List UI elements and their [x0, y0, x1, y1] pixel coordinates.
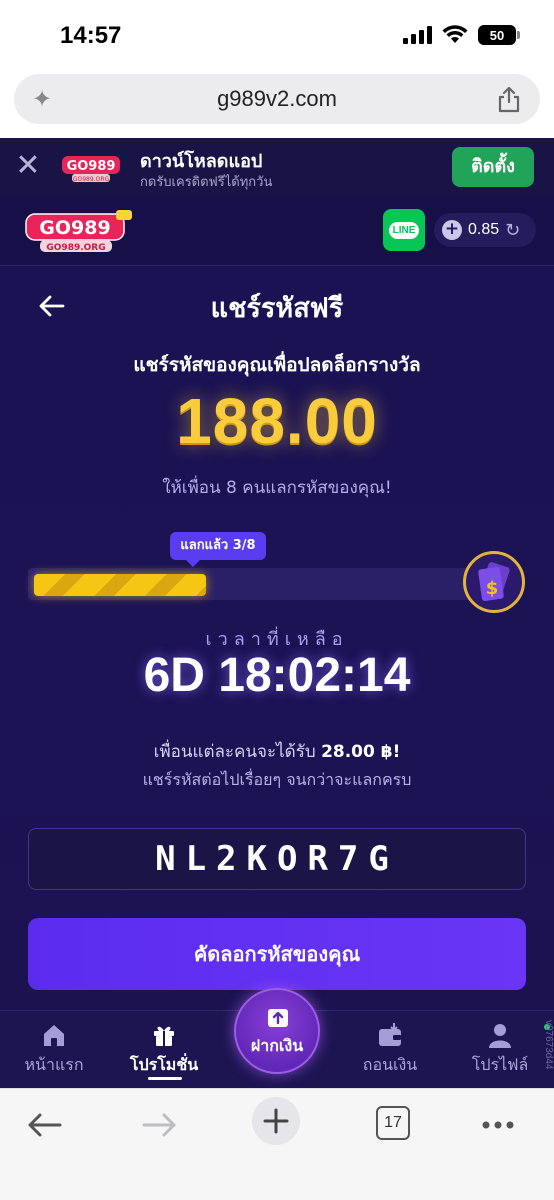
- share-subtitle: แชร์รหัสของคุณเพื่อปลดล็อกรางวัล: [133, 354, 421, 376]
- nav-item-promotion[interactable]: โปรโมชั่น: [114, 1021, 214, 1078]
- signal-icon: [403, 26, 432, 44]
- url-bar[interactable]: ✦ g989v2.com: [14, 74, 540, 124]
- claimed-badge: แลกแล้ว 3/8: [170, 532, 266, 567]
- ticket-reward-icon: $: [463, 551, 525, 613]
- active-tab-indicator: [148, 1077, 182, 1080]
- balance-value: 0.85: [468, 221, 500, 238]
- balance-pill[interactable]: + 0.85 ↻: [434, 213, 536, 247]
- svg-text:GO989: GO989: [39, 217, 110, 239]
- nav-label-profile: โปรไฟล์: [471, 1055, 529, 1074]
- invite-text: ให้เพื่อน 8 คนแลกรหัสของคุณ!: [162, 478, 392, 498]
- countdown-timer: 6D 18:02:14: [143, 649, 411, 702]
- progress-bar: [28, 568, 498, 600]
- status-bar: 14:57 50: [0, 0, 554, 70]
- plus-icon: [263, 1108, 289, 1134]
- svg-text:GO989.ORG: GO989.ORG: [73, 176, 110, 183]
- per-friend-text: เพื่อนแต่ละคนจะได้รับ 28.00 ฿!: [0, 738, 554, 765]
- nav-item-withdraw[interactable]: ถอนเงิน: [340, 1021, 440, 1078]
- app-header: GO989 GO989.ORG LINE + 0.85 ↻: [0, 196, 554, 266]
- plus-icon[interactable]: +: [442, 220, 462, 240]
- home-icon: [44, 1025, 64, 1046]
- nav-label-promotion: โปรโมชั่น: [129, 1055, 199, 1074]
- line-label: LINE: [388, 221, 420, 239]
- copy-code-button[interactable]: คัดลอกรหัสของคุณ: [28, 918, 526, 990]
- banner-subtitle: กดรับเครดิตฟรีได้ทุกวัน: [140, 175, 273, 190]
- per-friend-amount: 28.00 ฿!: [321, 742, 401, 762]
- gift-icon: [154, 1026, 174, 1046]
- more-icon[interactable]: [476, 1103, 520, 1147]
- battery-icon: 50: [478, 25, 520, 45]
- line-icon[interactable]: LINE: [383, 209, 425, 251]
- referral-code[interactable]: NL2KOR7G: [28, 828, 526, 890]
- install-button[interactable]: ติดตั้ง: [452, 147, 534, 187]
- keep-sharing-text: แชร์รหัสต่อไปเรื่อยๆ จนกว่าจะแลกครบ: [142, 770, 412, 789]
- wifi-icon: [442, 25, 468, 43]
- share-code-promo: แชร์รหัสฟรี แชร์รหัสของคุณเพื่อปลดล็อกรา…: [0, 266, 554, 1010]
- close-icon[interactable]: ✕: [14, 151, 42, 181]
- reward-amount: 188.00: [176, 385, 378, 457]
- status-icons: 50: [403, 25, 520, 45]
- nav-label-home: หน้าแรก: [24, 1055, 84, 1074]
- nav-label-withdraw: ถอนเงิน: [362, 1055, 418, 1074]
- deposit-icon: [268, 1009, 288, 1027]
- nav-item-home[interactable]: หน้าแรก: [4, 1021, 104, 1078]
- new-tab-button[interactable]: [252, 1097, 300, 1145]
- svg-text:GO989: GO989: [67, 159, 116, 174]
- app-download-banner: ✕ GO989 GO989.ORG ดาวน์โหลดแอป กดรับเครด…: [0, 138, 554, 196]
- forward-icon[interactable]: [138, 1103, 182, 1147]
- deposit-label: ฝากเงิน: [250, 1036, 304, 1055]
- svg-text:$: $: [486, 578, 499, 599]
- page-title: แชร์รหัสฟรี: [210, 293, 344, 324]
- deposit-button[interactable]: ฝากเงิน: [234, 988, 320, 1074]
- per-friend-label: เพื่อนแต่ละคนจะได้รับ: [153, 742, 316, 762]
- refresh-icon[interactable]: ↻: [505, 220, 520, 241]
- back-icon[interactable]: [22, 1103, 66, 1147]
- nav-item-profile[interactable]: โปรไฟล์: [450, 1021, 550, 1078]
- share-icon[interactable]: [496, 85, 522, 113]
- progress-fill: [34, 574, 206, 596]
- url-text[interactable]: g989v2.com: [14, 86, 540, 112]
- go989-logo[interactable]: GO989 GO989.ORG: [24, 208, 134, 254]
- go989-logo-small: GO989 GO989.ORG: [62, 156, 120, 183]
- status-time: 14:57: [60, 22, 122, 49]
- version-tag: v07673d44: [543, 1020, 554, 1070]
- profile-icon: [489, 1024, 511, 1048]
- browser-toolbar: 17: [0, 1088, 554, 1200]
- wallet-icon: [379, 1023, 401, 1046]
- tabs-count[interactable]: 17: [376, 1106, 410, 1140]
- svg-text:GO989.ORG: GO989.ORG: [46, 243, 105, 253]
